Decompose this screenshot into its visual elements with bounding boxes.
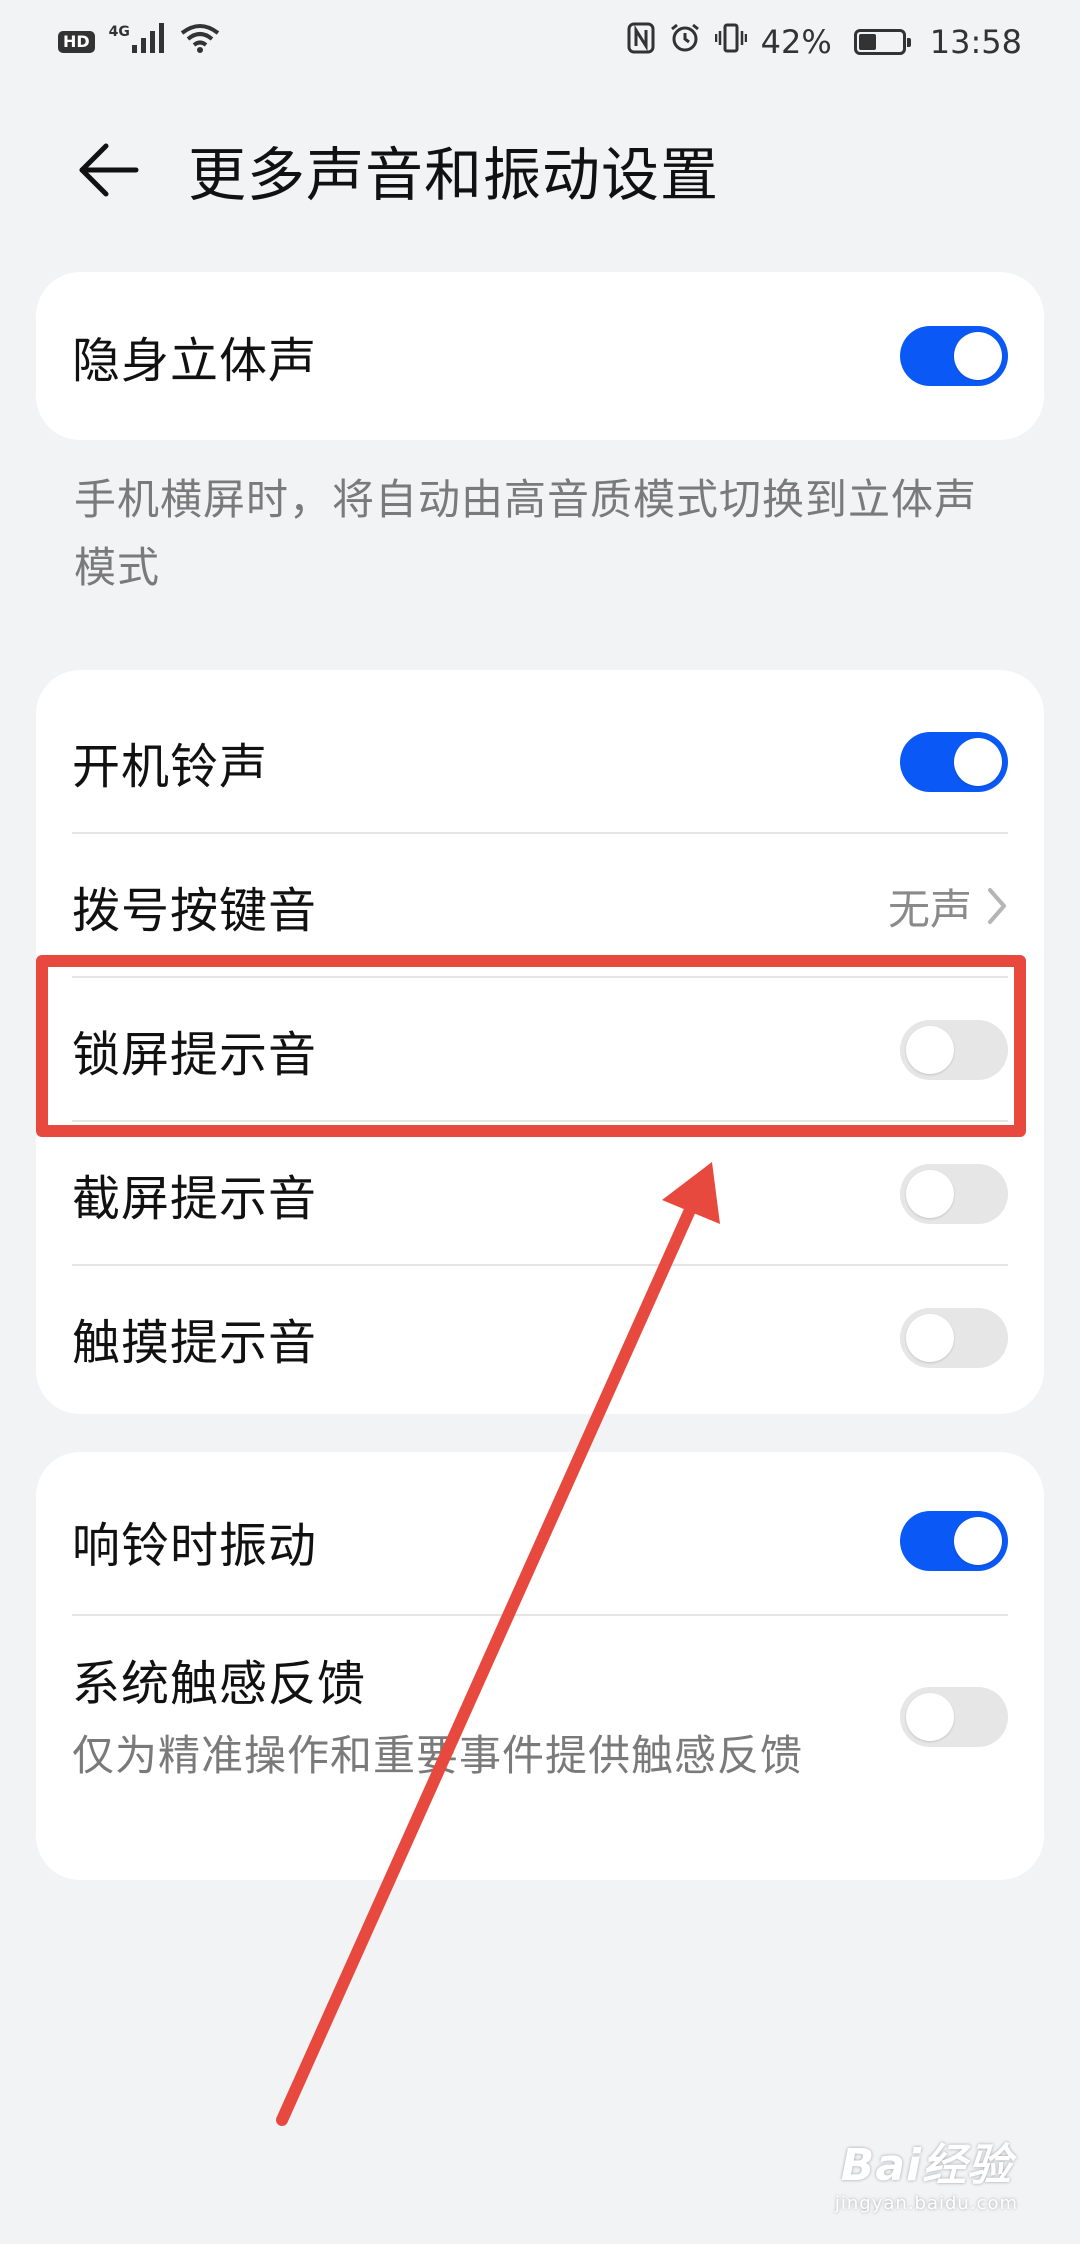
- hd-badge: HD: [58, 31, 95, 53]
- boot-ringtone-toggle[interactable]: [900, 732, 1008, 792]
- stereo-toggle[interactable]: [900, 326, 1008, 386]
- stereo-hint: 手机横屏时，将自动由高音质模式切换到立体声模式: [74, 475, 978, 592]
- screenshot-sound-toggle[interactable]: [900, 1164, 1008, 1224]
- battery-percent: 42%: [760, 23, 832, 61]
- screenshot-sound-row[interactable]: 截屏提示音: [72, 1122, 1008, 1266]
- dial-tone-value: 无声: [888, 876, 1008, 937]
- nfc-icon: [627, 22, 655, 62]
- watermark-brand: Bai经验: [840, 2140, 1013, 2191]
- status-bar: HD 4G 42% 13:58: [0, 0, 1080, 84]
- touch-sound-label: 触摸提示音: [72, 1315, 318, 1371]
- haptic-feedback-label: 系统触感反馈: [72, 1656, 367, 1712]
- page-header: 更多声音和振动设置: [0, 120, 1080, 220]
- screenshot-sound-label: 截屏提示音: [72, 1171, 318, 1227]
- boot-ringtone-label: 开机铃声: [72, 739, 269, 795]
- dial-tone-label: 拨号按键音: [72, 883, 318, 939]
- alarm-icon: [669, 22, 701, 62]
- battery-fill: [858, 34, 877, 50]
- toggle-knob: [906, 1314, 954, 1362]
- toggle-knob: [954, 738, 1002, 786]
- stereo-row[interactable]: 隐身立体声: [72, 272, 1008, 440]
- boot-ringtone-row[interactable]: 开机铃声: [72, 690, 1008, 834]
- ring-vibrate-label: 响铃时振动: [72, 1518, 318, 1574]
- watermark-url: jingyan.baidu.com: [834, 2193, 1018, 2214]
- status-left: HD 4G: [58, 23, 220, 61]
- stereo-label: 隐身立体声: [72, 333, 318, 389]
- dial-tone-value-text: 无声: [887, 884, 972, 934]
- ring-vibrate-toggle[interactable]: [900, 1511, 1008, 1571]
- toggle-knob: [906, 1693, 954, 1741]
- toggle-knob: [906, 1170, 954, 1218]
- network-type: 4G: [108, 24, 130, 40]
- status-right: 42% 13:58: [627, 22, 1022, 62]
- chevron-right-icon: [988, 888, 1006, 924]
- touch-sound-row[interactable]: 触摸提示音: [72, 1266, 1008, 1410]
- touch-sound-toggle[interactable]: [900, 1308, 1008, 1368]
- vibration-card: 响铃时振动 系统触感反馈 仅为精准操作和重要事件提供触感反馈: [36, 1452, 1044, 1880]
- watermark-logo: Bai经验 jingyan.baidu.com: [835, 2129, 1018, 2214]
- clock: 13:58: [929, 23, 1022, 61]
- signal-icon: [131, 23, 166, 61]
- wifi-icon: [180, 23, 220, 61]
- haptic-feedback-toggle[interactable]: [900, 1687, 1008, 1747]
- stereo-card: 隐身立体声: [36, 272, 1044, 440]
- ring-vibrate-row[interactable]: 响铃时振动: [72, 1466, 1008, 1616]
- vibrate-icon: [714, 22, 747, 62]
- page-title: 更多声音和振动设置: [188, 141, 720, 209]
- back-button[interactable]: [68, 130, 148, 210]
- back-arrow-icon: [79, 143, 139, 197]
- battery-icon: [853, 29, 911, 55]
- haptic-feedback-row[interactable]: 系统触感反馈 仅为精准操作和重要事件提供触感反馈: [72, 1616, 1008, 1826]
- toggle-knob: [954, 332, 1002, 380]
- haptic-feedback-sub: 仅为精准操作和重要事件提供触感反馈: [72, 1731, 804, 1780]
- haptic-feedback-text: 系统触感反馈 仅为精准操作和重要事件提供触感反馈: [72, 1644, 852, 1790]
- toggle-knob: [954, 1517, 1002, 1565]
- annotation-highlight-box: [36, 955, 1026, 1137]
